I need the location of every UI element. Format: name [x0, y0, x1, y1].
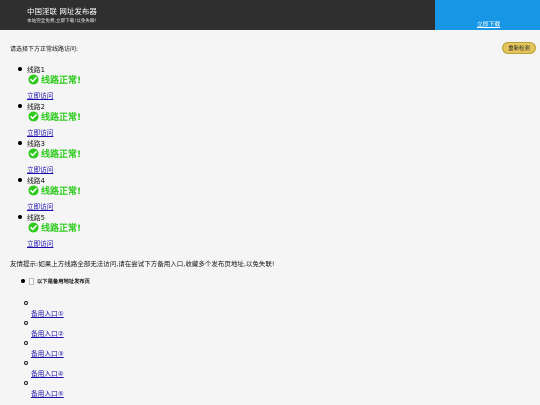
route-item: 线路1 线路正常! 立即访问 [18, 64, 178, 102]
route-item: 线路4 线路正常! 立即访问 [18, 175, 178, 213]
route-item: 线路3 线路正常! 立即访问 [18, 138, 178, 176]
recheck-button[interactable]: 重新检测 [502, 42, 536, 54]
friendly-tip: 友情提示:如果上方线路全部无法访问,请在尝试下方备用入口,收藏多个发布页地址,以… [10, 260, 275, 268]
route-item: 线路5 线路正常! 立即访问 [18, 212, 178, 250]
visit-link[interactable]: 立即访问 [27, 90, 53, 100]
route-status: 线路正常! [28, 147, 82, 160]
hollow-bullet [24, 301, 28, 305]
site-subtitle: 本站完全免费,立即下载!以免失联! [27, 19, 97, 24]
backup-link[interactable]: 备用入口③ [31, 348, 64, 358]
backup-heading: 以下是备用地址发布页 [21, 276, 90, 286]
route-status: 线路正常! [28, 221, 82, 234]
visit-link[interactable]: 立即访问 [27, 201, 53, 211]
download-panel: 立即下载 [435, 0, 540, 30]
download-link[interactable]: 立即下载 [477, 19, 500, 28]
route-status: 线路正常! [28, 73, 82, 86]
route-status-text: 线路正常! [41, 149, 82, 160]
backup-link[interactable]: 备用入口④ [31, 368, 64, 378]
header-text-block: 中国淫联 网址发布器 本站完全免费,立即下载!以免失联! [27, 7, 97, 25]
site-title: 中国淫联 网址发布器 [27, 7, 97, 16]
check-circle-icon [28, 73, 39, 85]
check-circle-icon [28, 221, 39, 233]
check-circle-icon [28, 184, 39, 196]
hollow-bullet [24, 341, 28, 345]
route-status-text: 线路正常! [41, 223, 82, 234]
broken-image-icon [29, 277, 34, 285]
route-status: 线路正常! [28, 184, 82, 197]
hollow-bullet [24, 321, 28, 325]
visit-link[interactable]: 立即访问 [27, 238, 53, 248]
backup-heading-text: 以下是备用地址发布页 [37, 279, 90, 285]
backup-link[interactable]: 备用入口② [31, 328, 64, 338]
route-status-text: 线路正常! [41, 75, 82, 86]
backup-item: 备用入口④ [24, 361, 144, 381]
check-circle-icon [28, 147, 39, 159]
hollow-bullet [24, 361, 28, 365]
list-bullet [18, 67, 22, 71]
list-bullet [18, 178, 22, 182]
page-header: 中国淫联 网址发布器 本站完全免费,立即下载!以免失联! 立即下载 [0, 0, 540, 30]
backup-link[interactable]: 备用入口⑤ [31, 388, 64, 398]
route-item: 线路2 线路正常! 立即访问 [18, 101, 178, 139]
backup-item: 备用入口③ [24, 341, 144, 361]
backup-item: 备用入口② [24, 321, 144, 341]
route-status-text: 线路正常! [41, 112, 82, 123]
route-prompt: 请选择下方正常线路访问: [10, 46, 79, 53]
backup-link[interactable]: 备用入口① [31, 308, 64, 318]
list-bullet [18, 141, 22, 145]
list-bullet [18, 104, 22, 108]
route-status-text: 线路正常! [41, 186, 82, 197]
visit-link[interactable]: 立即访问 [27, 127, 53, 137]
check-circle-icon [28, 110, 39, 122]
backup-item: 备用入口① [24, 301, 144, 321]
list-bullet [21, 279, 25, 283]
visit-link[interactable]: 立即访问 [27, 164, 53, 174]
backup-item: 备用入口⑤ [24, 381, 144, 401]
hollow-bullet [24, 381, 28, 385]
route-status: 线路正常! [28, 110, 82, 123]
list-bullet [18, 215, 22, 219]
